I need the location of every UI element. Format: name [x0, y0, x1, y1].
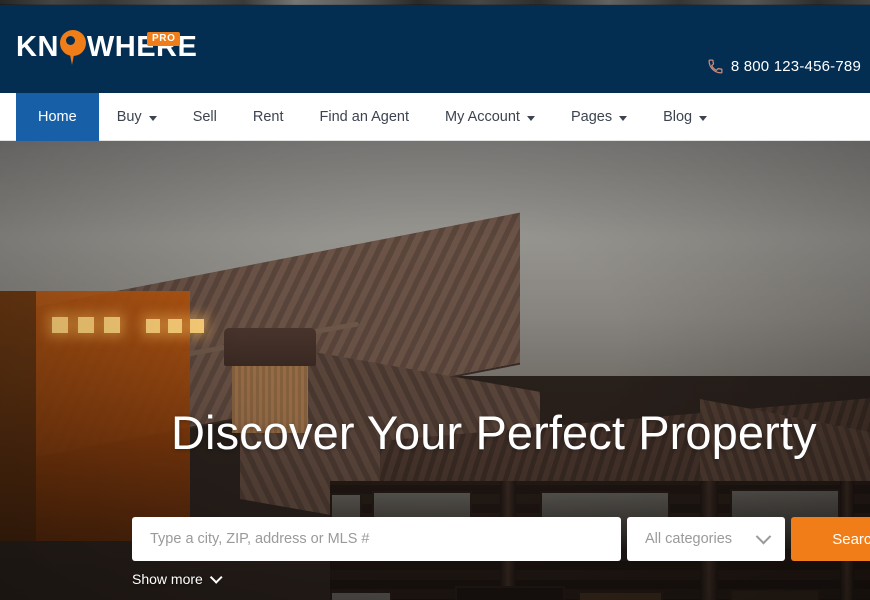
search-button[interactable]: Search [791, 517, 870, 561]
hero-title: Discover Your Perfect Property [171, 406, 817, 459]
phone-icon [708, 59, 723, 74]
search-input[interactable] [132, 517, 621, 561]
nav-label-my-account: My Account [445, 109, 520, 125]
page-root: KN WHERE PRO 8 800 123-456-789 Home Buy [0, 0, 870, 600]
nav-item-blog[interactable]: Blog [645, 93, 725, 141]
pro-badge: PRO [147, 32, 181, 46]
nav-item-find-an-agent[interactable]: Find an Agent [302, 93, 428, 141]
main-navigation: Home Buy Sell Rent Find an Agent My Acco… [0, 93, 870, 141]
nav-item-buy[interactable]: Buy [99, 93, 175, 141]
nav-left-spacer [0, 93, 16, 140]
category-select-label: All categories [645, 531, 733, 547]
map-pin-icon [59, 30, 86, 65]
show-more-filters-toggle[interactable]: Show more [132, 570, 223, 587]
nav-label-rent: Rent [252, 109, 284, 125]
chevron-down-icon [699, 115, 708, 121]
property-search-bar: All categories Search [132, 517, 870, 561]
nav-item-my-account[interactable]: My Account [427, 93, 553, 141]
nav-label-pages: Pages [570, 109, 613, 125]
chevron-down-icon [755, 528, 772, 544]
logo-text-after: WHERE [86, 30, 198, 63]
nav-label-buy: Buy [116, 109, 142, 125]
nav-item-pages[interactable]: Pages [553, 93, 645, 141]
site-header: KN WHERE PRO 8 800 123-456-789 [0, 4, 870, 93]
nav-item-rent[interactable]: Rent [235, 93, 302, 141]
browser-chrome-strip [0, 0, 870, 5]
nav-label-blog: Blog [663, 109, 693, 125]
logo-text-before: KN [16, 30, 59, 63]
nav-label-find-an-agent: Find an Agent [319, 109, 410, 125]
nav-item-sell[interactable]: Sell [175, 93, 235, 141]
chevron-down-icon [526, 115, 535, 121]
phone-number: 8 800 123-456-789 [730, 58, 861, 75]
header-phone[interactable]: 8 800 123-456-789 [707, 58, 861, 75]
nav-label-home: Home [38, 109, 77, 125]
chevron-down-icon [619, 115, 628, 121]
nav-item-home[interactable]: Home [16, 93, 99, 141]
nav-label-sell: Sell [192, 109, 217, 125]
hero-section: Discover Your Perfect Property All categ… [0, 141, 870, 600]
show-more-label: Show more [132, 571, 203, 587]
chevron-down-icon [148, 115, 157, 121]
category-select[interactable]: All categories [627, 517, 785, 561]
